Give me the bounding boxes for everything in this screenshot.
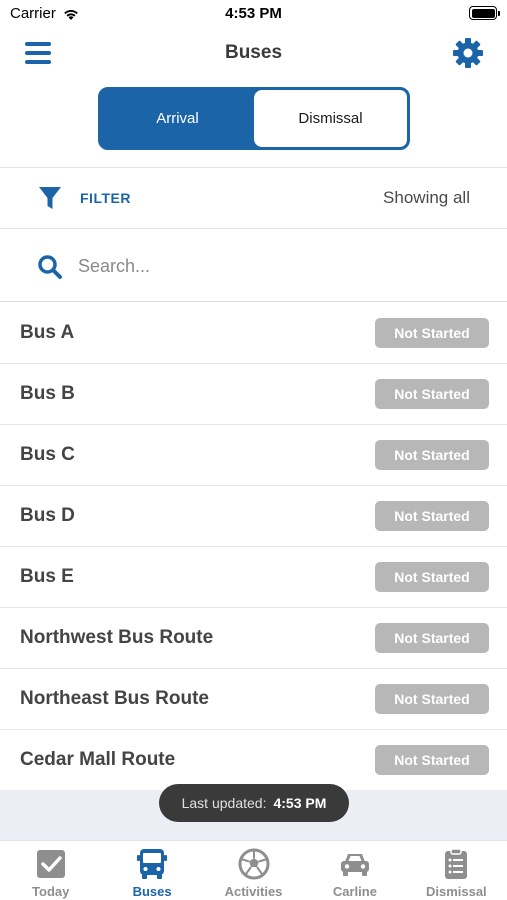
nav-header: Buses <box>0 28 507 80</box>
list-item[interactable]: Bus A Not Started <box>0 303 507 364</box>
bus-icon <box>137 849 168 879</box>
bus-name: Bus B <box>20 383 75 404</box>
search-icon <box>38 255 62 279</box>
tab-dismissal[interactable]: Dismissal <box>406 841 507 900</box>
list-item[interactable]: Bus E Not Started <box>0 547 507 608</box>
search-input[interactable] <box>78 249 478 283</box>
arrival-dismissal-toggle: Arrival Dismissal <box>98 87 410 150</box>
status-badge: Not Started <box>375 562 489 592</box>
bus-name: Northeast Bus Route <box>20 688 209 709</box>
segment-arrival[interactable]: Arrival <box>101 90 254 147</box>
status-badge: Not Started <box>375 623 489 653</box>
tab-label: Activities <box>224 884 283 899</box>
tab-label: Carline <box>332 884 377 899</box>
tab-carline[interactable]: Carline <box>304 841 405 900</box>
status-badge: Not Started <box>375 745 489 775</box>
last-updated-toast: Last updated: 4:53 PM <box>159 784 349 822</box>
divider <box>0 167 507 168</box>
car-icon <box>340 854 369 876</box>
tab-activities[interactable]: Activities <box>203 841 304 900</box>
status-badge: Not Started <box>375 318 489 348</box>
status-time: 4:53 PM <box>225 5 282 22</box>
filter-status: Showing all <box>383 188 470 207</box>
bus-name: Cedar Mall Route <box>20 749 176 770</box>
tab-bar: Today Buses Activities Carline Dismissal <box>0 840 507 900</box>
gear-icon[interactable] <box>451 36 485 70</box>
toast-time: 4:53 PM <box>273 795 327 811</box>
bus-name: Bus C <box>20 444 75 465</box>
battery-icon <box>469 6 500 20</box>
status-badge: Not Started <box>375 379 489 409</box>
filter-row[interactable]: FILTER Showing all <box>0 169 507 227</box>
status-badge: Not Started <box>375 684 489 714</box>
list-item[interactable]: Bus D Not Started <box>0 486 507 547</box>
list-item[interactable]: Northwest Bus Route Not Started <box>0 608 507 669</box>
bus-name: Bus E <box>20 566 74 587</box>
status-badge: Not Started <box>375 440 489 470</box>
search-row <box>0 229 507 301</box>
soccer-ball-icon <box>238 848 270 880</box>
tab-buses[interactable]: Buses <box>101 841 202 900</box>
page-title: Buses <box>224 42 283 63</box>
list-item[interactable]: Northeast Bus Route Not Started <box>0 669 507 730</box>
checkbox-icon <box>36 850 65 878</box>
status-bar: Carrier 4:53 PM <box>0 0 507 28</box>
bus-name: Northwest Bus Route <box>20 627 214 648</box>
tab-label: Dismissal <box>425 884 487 899</box>
list-item[interactable]: Cedar Mall Route Not Started <box>0 730 507 791</box>
status-badge: Not Started <box>375 501 489 531</box>
tab-label: Buses <box>132 884 172 899</box>
segment-dismissal[interactable]: Dismissal <box>254 90 407 147</box>
bus-name: Bus D <box>20 505 75 526</box>
filter-funnel-icon <box>39 187 61 209</box>
bus-list: Bus A Not Started Bus B Not Started Bus … <box>0 303 507 791</box>
tab-label: Today <box>32 884 70 899</box>
list-item[interactable]: Bus B Not Started <box>0 364 507 425</box>
clipboard-icon <box>445 848 468 879</box>
divider <box>0 301 507 302</box>
filter-button[interactable]: FILTER <box>80 190 131 206</box>
list-item[interactable]: Bus C Not Started <box>0 425 507 486</box>
tab-today[interactable]: Today <box>0 841 101 900</box>
toast-label: Last updated: <box>181 795 267 811</box>
bus-name: Bus A <box>20 322 75 343</box>
